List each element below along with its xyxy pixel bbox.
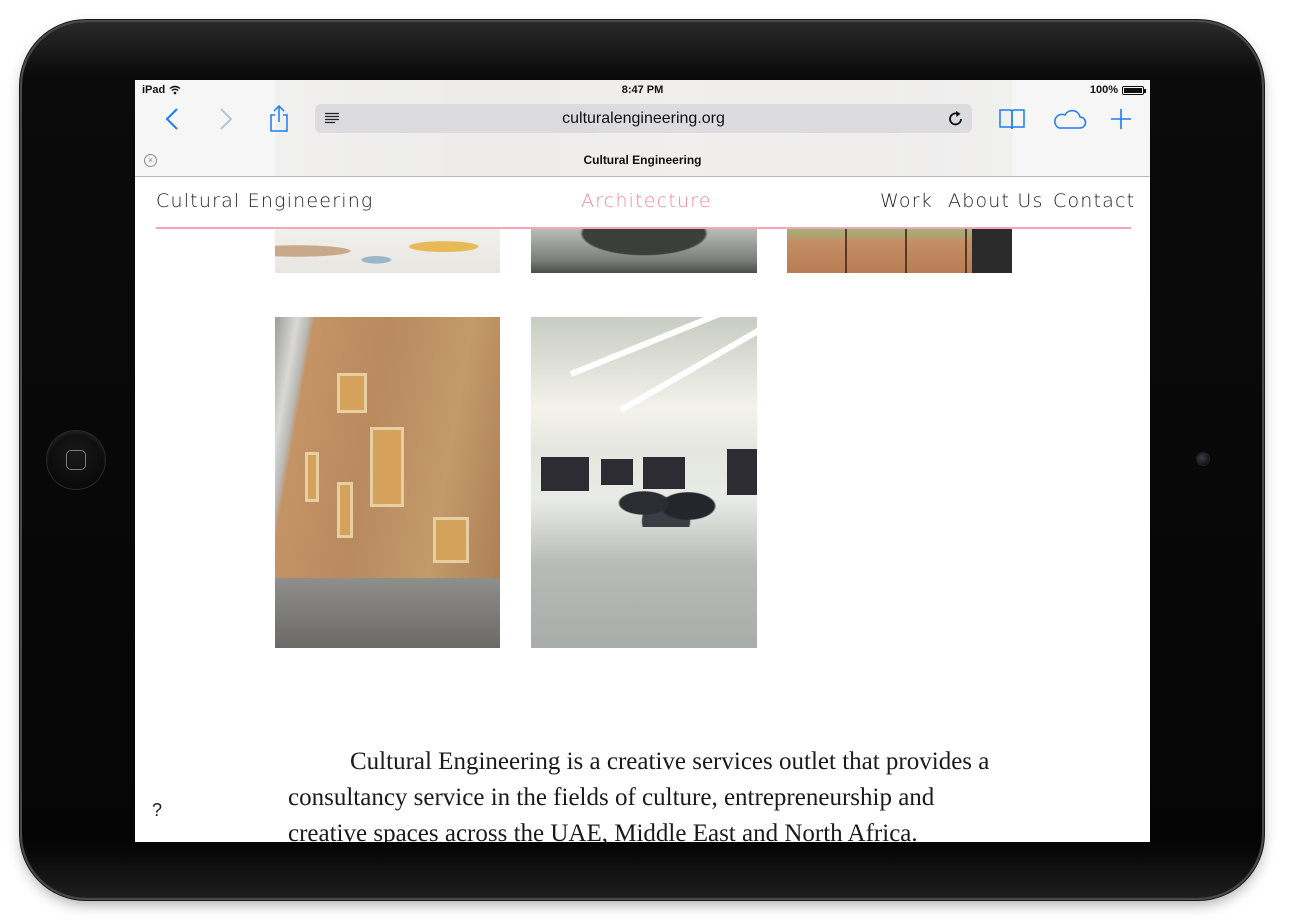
cloud-icon: [1054, 109, 1087, 129]
front-camera: [1197, 453, 1209, 465]
bookmarks-icon: [999, 109, 1025, 130]
nav-architecture[interactable]: Architecture: [581, 190, 712, 212]
chevron-right-icon: [220, 108, 233, 130]
nav-contact[interactable]: Contact: [1053, 190, 1135, 212]
browser-toolbar: culturalengineering.org: [135, 100, 1150, 138]
photo-detail: [619, 322, 757, 413]
nav-about-us[interactable]: About Us: [948, 190, 1044, 212]
project-photo-cork-wall[interactable]: [275, 317, 500, 648]
share-button[interactable]: [264, 104, 294, 134]
help-button[interactable]: ?: [152, 800, 162, 821]
nav-underline: [156, 227, 1131, 229]
icloud-tabs-button[interactable]: [1050, 104, 1088, 134]
photo-detail: [305, 452, 319, 502]
photo-detail: [541, 457, 589, 491]
battery-fill: [1124, 87, 1142, 93]
plus-icon: [1111, 109, 1131, 129]
chevron-left-icon: [165, 108, 178, 130]
screen: iPad 8:47 PM 100% culturalengineering.or…: [135, 80, 1150, 842]
new-tab-button[interactable]: [1106, 104, 1136, 134]
photo-detail: [611, 467, 721, 527]
status-time: 8:47 PM: [621, 84, 664, 96]
photo-detail: [337, 482, 353, 538]
site-brand[interactable]: Cultural Engineering: [156, 190, 374, 212]
tab-title[interactable]: Cultural Engineering: [135, 153, 1150, 167]
status-bar: iPad 8:47 PM 100%: [135, 80, 1150, 100]
project-photo-2[interactable]: [531, 229, 757, 273]
forward-button[interactable]: [211, 104, 241, 134]
site-nav: Cultural Engineering Architecture Work A…: [135, 177, 1150, 229]
nav-work[interactable]: Work: [880, 190, 933, 212]
photo-detail: [337, 373, 367, 413]
project-photo-3[interactable]: [787, 229, 1012, 273]
battery-icon: [1122, 85, 1146, 95]
url-text: culturalengineering.org: [562, 110, 725, 127]
photo-detail: [433, 517, 469, 563]
photo-detail: [727, 449, 757, 495]
bookmarks-button[interactable]: [997, 104, 1027, 134]
project-photo-gallery[interactable]: [531, 317, 757, 648]
safari-chrome: iPad 8:47 PM 100% culturalengineering.or…: [135, 80, 1150, 177]
battery-status: 100%: [1089, 84, 1146, 96]
photo-detail: [370, 427, 404, 507]
address-bar[interactable]: culturalengineering.org: [315, 104, 972, 133]
about-paragraph: Cultural Engineering is a creative servi…: [288, 748, 990, 842]
battery-percent: 100%: [1089, 84, 1118, 96]
tab-strip: × Cultural Engineering: [135, 146, 1150, 176]
photo-detail: [275, 578, 500, 648]
reload-icon[interactable]: [948, 110, 964, 127]
home-square-icon: [66, 450, 86, 470]
home-button[interactable]: [47, 431, 105, 489]
share-icon: [270, 105, 288, 132]
project-photo-1[interactable]: [275, 229, 500, 273]
web-content: Cultural Engineering Architecture Work A…: [135, 177, 1150, 842]
back-button[interactable]: [157, 104, 187, 134]
